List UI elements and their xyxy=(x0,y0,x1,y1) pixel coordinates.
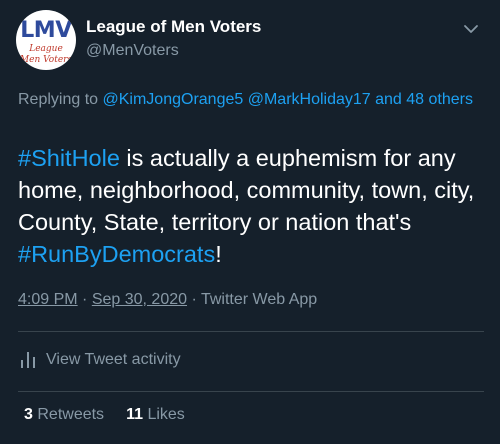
retweets-stat[interactable]: 3 Retweets xyxy=(24,406,104,423)
view-tweet-activity-label: View Tweet activity xyxy=(46,351,181,368)
reply-context: Replying to @KimJongOrange5 @MarkHoliday… xyxy=(18,88,484,111)
author-handle[interactable]: @MenVoters xyxy=(86,40,261,62)
reply-user-1[interactable]: @KimJongOrange5 xyxy=(103,91,244,108)
tweet-meta: 4:09 PM · Sep 30, 2020 · Twitter Web App xyxy=(18,291,317,309)
reply-user-2[interactable]: @MarkHoliday17 xyxy=(248,91,371,108)
retweets-label: Retweets xyxy=(37,406,105,423)
retweets-count: 3 xyxy=(24,406,33,423)
author-names: League of Men Voters @MenVoters xyxy=(86,16,261,62)
divider xyxy=(18,331,484,332)
tweet-end: ! xyxy=(215,241,222,267)
divider xyxy=(18,391,484,392)
chevron-down-icon[interactable] xyxy=(462,20,480,38)
avatar-subtext-2: Men Voters xyxy=(19,55,73,65)
view-tweet-activity[interactable]: View Tweet activity xyxy=(20,348,181,372)
avatar-subtext-1: League xyxy=(29,44,63,54)
hashtag-runbydemocrats[interactable]: #RunByDemocrats xyxy=(18,241,215,267)
tweet-source: Twitter Web App xyxy=(200,291,318,308)
meta-separator-2: · xyxy=(187,291,201,308)
hashtag-shithole[interactable]: #ShitHole xyxy=(18,145,120,171)
tweet-header: LMV League Men Voters League of Men Vote… xyxy=(16,10,486,76)
reply-prefix: Replying to xyxy=(18,91,99,108)
avatar-logo-text: LMV xyxy=(20,18,72,43)
likes-label: Likes xyxy=(147,406,185,423)
meta-separator-1: · xyxy=(77,291,92,308)
reply-others[interactable]: and 48 others xyxy=(375,91,473,108)
tweet-stats: 3 Retweets 11 Likes xyxy=(24,406,185,424)
bar-chart-icon xyxy=(21,352,35,368)
tweet-date[interactable]: Sep 30, 2020 xyxy=(92,291,187,308)
likes-stat[interactable]: 11 Likes xyxy=(126,406,185,423)
author-display-name[interactable]: League of Men Voters xyxy=(86,16,261,38)
avatar[interactable]: LMV League Men Voters xyxy=(16,10,76,70)
likes-count: 11 xyxy=(126,406,143,423)
tweet-time[interactable]: 4:09 PM xyxy=(18,291,78,308)
tweet-text: #ShitHole is actually a euphemism for an… xyxy=(18,142,484,270)
